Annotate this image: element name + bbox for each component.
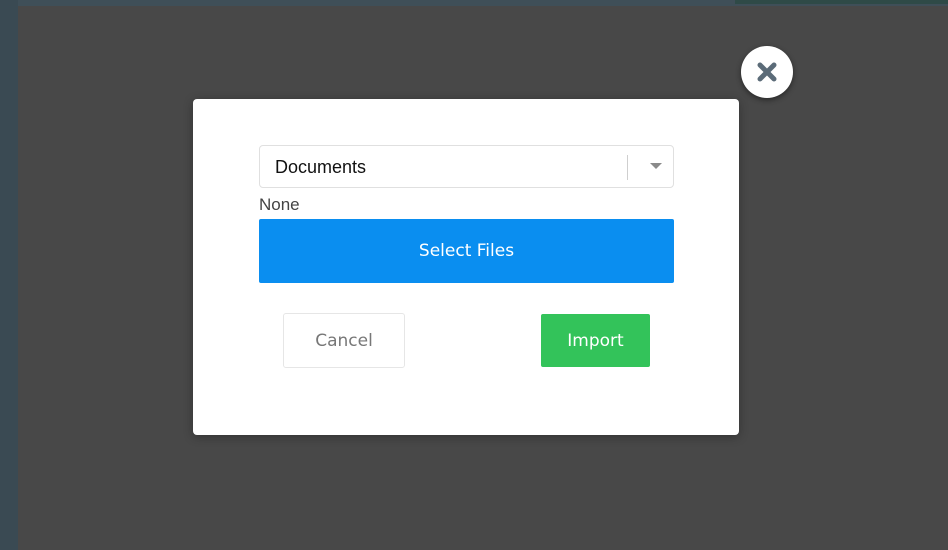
background-sidebar-edge <box>0 0 18 550</box>
select-files-button[interactable]: Select Files <box>259 219 674 283</box>
selected-files-status: None <box>259 195 300 214</box>
folder-select-value: Documents <box>275 157 367 177</box>
select-separator <box>627 155 628 180</box>
import-button[interactable]: Import <box>541 314 650 367</box>
import-dialog: Documents None Select Files Cancel Impor… <box>193 99 739 435</box>
folder-select[interactable]: Documents <box>259 145 674 188</box>
background-header-accent <box>735 0 948 4</box>
cancel-button[interactable]: Cancel <box>283 313 405 368</box>
close-button[interactable] <box>741 46 793 98</box>
close-icon <box>757 62 777 82</box>
chevron-down-icon[interactable] <box>650 163 662 169</box>
